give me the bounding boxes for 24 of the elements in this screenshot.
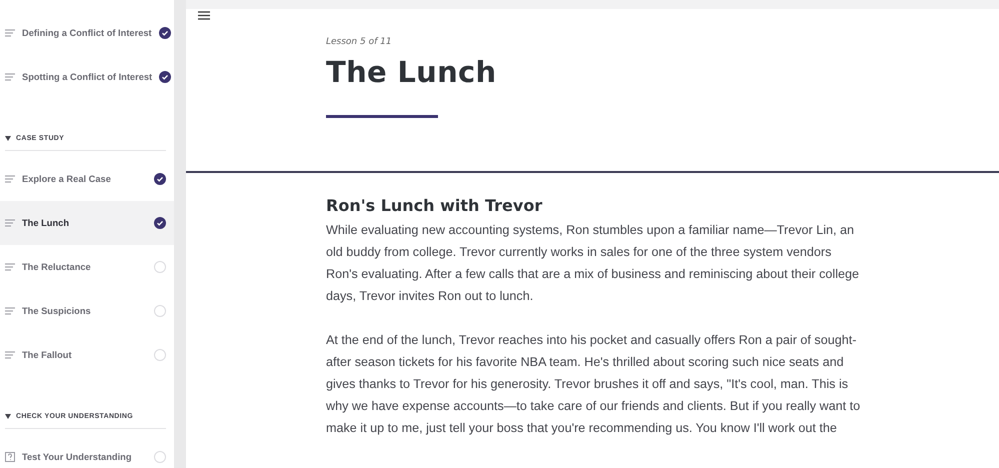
lesson-link[interactable]: Test Your Understanding xyxy=(22,452,147,462)
lesson-link[interactable]: The Fallout xyxy=(22,350,147,360)
caret-icon xyxy=(5,414,11,419)
lesson-link[interactable]: Defining a Conflict of Interest xyxy=(22,28,152,38)
lines-icon xyxy=(5,307,15,315)
lines-icon xyxy=(5,263,15,271)
paragraph: At the end of the lunch, Trevor reaches into his pocket and casually offers Ron a pair of sought-after season tickets for his favorite NBA team. He's thrilled about scoring such nice seats and gives thanks to Trevor for his generosity. Trevor brushes it off and says, "It's cool, man. This is why we have expense accounts—to take care of our friends and clients. But if you really want to make it up to me, just tell your boss that you're recommending us. You know I'll work out the xyxy=(326,332,861,437)
lines-icon xyxy=(5,219,15,227)
lines-icon xyxy=(5,351,15,359)
caret-icon xyxy=(5,136,11,141)
lines-icon xyxy=(5,29,15,37)
lesson-link[interactable]: The Reluctance xyxy=(22,262,147,272)
lines-icon xyxy=(5,175,15,183)
lesson-counter: Lesson 5 of 11 xyxy=(326,37,393,47)
lines-icon xyxy=(5,73,15,81)
lesson-link[interactable]: The Suspicions xyxy=(22,306,147,316)
lesson-link[interactable]: The Lunch xyxy=(22,218,147,228)
section-heading: Ron's Lunch with Trevor xyxy=(326,196,544,215)
question-icon xyxy=(5,452,15,462)
lesson-link[interactable]: Spotting a Conflict of Interest xyxy=(22,72,152,82)
paragraph: While evaluating new accounting systems, Ron stumbles upon a familiar name—Trevor Lin, an old buddy from college. Trevor currently works in sales for one of the three system vendors Ron's evaluating. After a few calls that are a mix of business and reminiscing about their college days, Trevor invites Ron out to lunch. xyxy=(326,222,860,305)
menu-icon[interactable] xyxy=(198,11,210,20)
lesson-link[interactable]: Explore a Real Case xyxy=(22,174,147,184)
lesson-title: The Lunch xyxy=(326,55,498,89)
